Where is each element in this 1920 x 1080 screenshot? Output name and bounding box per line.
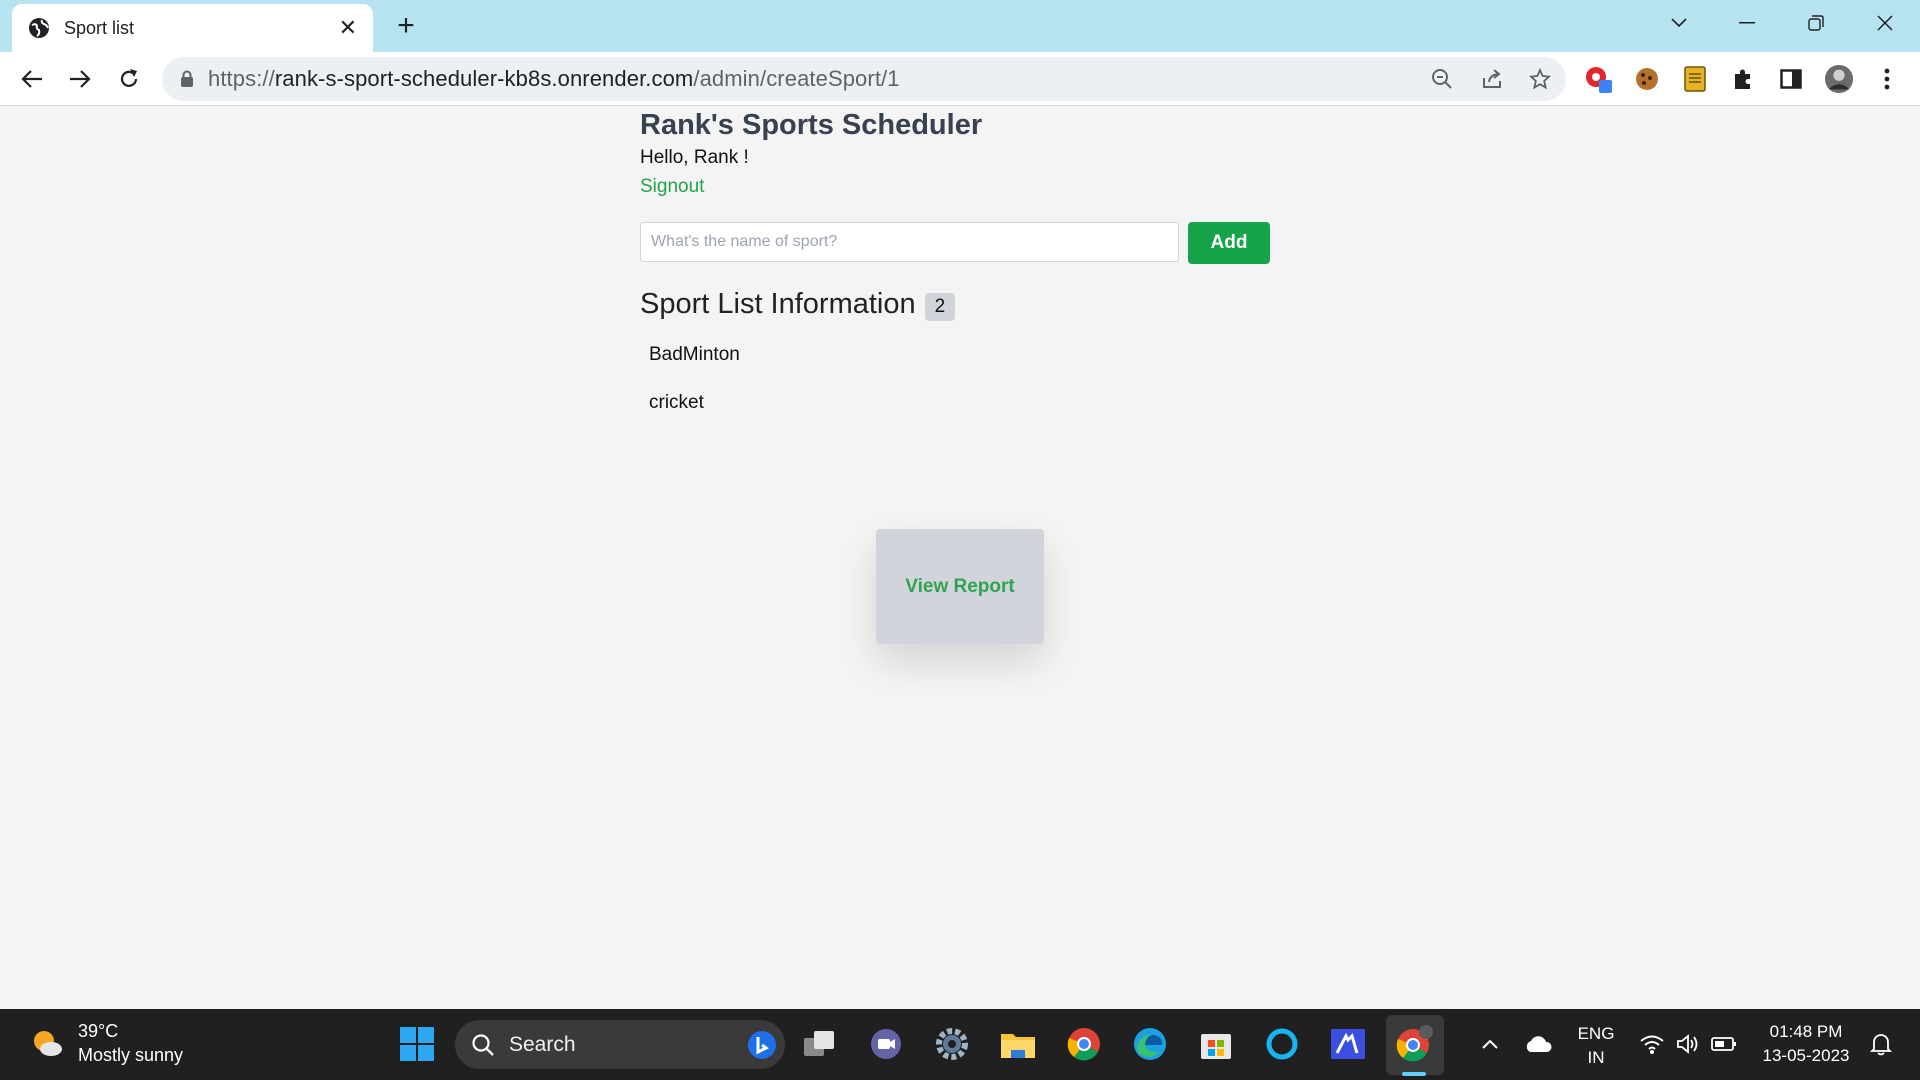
close-tab-icon[interactable]: ✕	[339, 17, 357, 39]
task-view-icon[interactable]	[800, 1024, 840, 1064]
volume-icon[interactable]	[1668, 1024, 1708, 1064]
page-viewport: Rank's Sports Scheduler Hello, Rank ! Si…	[0, 107, 1920, 1009]
view-report-card[interactable]: View Report	[876, 529, 1044, 644]
edge-icon[interactable]	[1130, 1024, 1170, 1064]
add-sport-button[interactable]: Add	[1188, 222, 1270, 264]
adblock-extension-icon[interactable]	[1584, 64, 1614, 94]
minimize-window-button[interactable]	[1719, 6, 1775, 40]
chrome-active-icon[interactable]	[1394, 1024, 1434, 1064]
language-indicator[interactable]: ENG IN	[1570, 1022, 1622, 1070]
search-label: Search	[509, 1032, 576, 1056]
url-text: https://rank-s-sport-scheduler-kb8s.onre…	[208, 66, 900, 92]
lock-icon[interactable]	[180, 70, 194, 88]
browser-toolbar: https://rank-s-sport-scheduler-kb8s.onre…	[0, 52, 1920, 106]
windows-taskbar: 39°C Mostly sunny Search ENG IN 01:48 PM…	[0, 1009, 1920, 1080]
browser-menu-icon[interactable]	[1872, 64, 1902, 94]
weather-temperature: 39°C	[78, 1021, 119, 1041]
settings-gear-icon[interactable]	[932, 1024, 972, 1064]
weather-widget[interactable]: 39°C Mostly sunny	[30, 1019, 183, 1067]
signout-link[interactable]: Signout	[640, 176, 704, 198]
browser-tabstrip: Sport list ✕ +	[0, 0, 1920, 52]
zoom-icon[interactable]	[1430, 67, 1454, 91]
extensions-puzzle-icon[interactable]	[1728, 64, 1758, 94]
bing-icon	[747, 1030, 777, 1060]
partly-sunny-icon	[30, 1026, 64, 1060]
sport-list-heading: Sport List Information 2	[640, 287, 956, 321]
app-title: Rank's Sports Scheduler	[640, 109, 983, 141]
sport-list: BadMinton cricket	[649, 344, 740, 440]
globe-icon	[28, 17, 50, 39]
language-code: ENG	[1577, 1024, 1615, 1043]
bookmark-star-icon[interactable]	[1528, 67, 1552, 91]
microsoft-store-icon[interactable]	[1196, 1024, 1236, 1064]
side-panel-icon[interactable]	[1776, 64, 1806, 94]
view-report-link[interactable]: View Report	[905, 576, 1014, 598]
new-tab-button[interactable]: +	[390, 9, 422, 42]
forward-button[interactable]	[64, 63, 96, 95]
back-button[interactable]	[16, 63, 48, 95]
reload-button[interactable]	[113, 63, 145, 95]
url-path: /admin/createSport/1	[693, 66, 900, 91]
sport-name-input[interactable]	[640, 222, 1179, 262]
notes-extension-icon[interactable]	[1680, 64, 1710, 94]
sport-list-item[interactable]: BadMinton	[649, 344, 740, 392]
cookie-extension-icon[interactable]	[1632, 64, 1662, 94]
windows-start-icon[interactable]	[397, 1024, 437, 1064]
url-scheme: https://	[208, 66, 275, 91]
search-icon	[471, 1033, 495, 1057]
profile-avatar[interactable]	[1824, 64, 1854, 94]
notifications-icon[interactable]	[1861, 1024, 1901, 1064]
cortana-ring-icon[interactable]	[1262, 1024, 1302, 1064]
browser-tab-active[interactable]: Sport list ✕	[12, 4, 373, 52]
app-launcher-icon[interactable]	[1328, 1024, 1368, 1064]
chevron-up-icon[interactable]	[1470, 1024, 1510, 1064]
tab-search-chevron-icon[interactable]	[1651, 6, 1707, 40]
weather-description: Mostly sunny	[78, 1045, 184, 1065]
taskbar-search-box[interactable]: Search	[455, 1020, 785, 1069]
clock[interactable]: 01:48 PM 13-05-2023	[1754, 1020, 1858, 1068]
url-host: rank-s-sport-scheduler-kb8s.onrender.com	[274, 66, 694, 91]
wifi-icon[interactable]	[1632, 1024, 1672, 1064]
clock-time: 01:48 PM	[1769, 1022, 1843, 1041]
sport-list-item[interactable]: cricket	[649, 392, 740, 440]
address-bar[interactable]: https://rank-s-sport-scheduler-kb8s.onre…	[162, 57, 1566, 101]
close-window-button[interactable]	[1857, 6, 1913, 40]
region-code: IN	[1587, 1048, 1605, 1067]
restore-window-button[interactable]	[1788, 6, 1844, 40]
tab-title: Sport list	[64, 17, 135, 38]
file-explorer-icon[interactable]	[998, 1024, 1038, 1064]
teams-chat-icon[interactable]	[866, 1024, 906, 1064]
chrome-icon[interactable]	[1064, 1024, 1104, 1064]
onedrive-cloud-icon[interactable]	[1518, 1024, 1558, 1064]
greeting-text: Hello, Rank !	[640, 147, 749, 168]
clock-date: 13-05-2023	[1762, 1046, 1850, 1065]
sport-list-title: Sport List Information	[640, 287, 916, 320]
share-icon[interactable]	[1480, 67, 1504, 91]
battery-icon[interactable]	[1704, 1024, 1744, 1064]
sport-count-badge: 2	[924, 293, 956, 321]
